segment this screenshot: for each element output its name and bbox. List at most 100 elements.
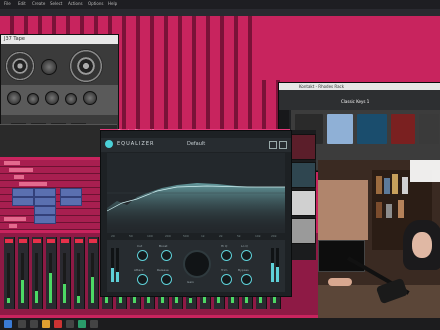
boost-knob[interactable] (161, 250, 172, 261)
taskbar-app-icon[interactable] (66, 320, 74, 328)
audio-clip[interactable] (9, 168, 33, 172)
audio-clip[interactable] (4, 161, 20, 165)
menu-item-help[interactable]: Help (108, 1, 117, 6)
kontakt-instrument-name[interactable]: Classic Keys 1 (341, 99, 369, 104)
arrange-grid-empty[interactable] (260, 16, 440, 80)
mixer-channel-strip[interactable] (46, 237, 57, 309)
attack-knob[interactable] (137, 274, 148, 285)
mixer-channel-strip[interactable] (60, 237, 71, 309)
tape-knob[interactable] (27, 93, 39, 105)
eq-title: EQUALIZER (117, 141, 155, 147)
record-arm-button[interactable] (19, 239, 27, 243)
tape-reel-left-icon (5, 51, 35, 81)
freq-label: 10k (255, 234, 261, 238)
menu-item-file[interactable]: File (4, 1, 11, 6)
hi-q-knob[interactable] (221, 250, 232, 261)
midi-clip[interactable] (12, 197, 34, 206)
kontakt-titlebar[interactable]: Kontakt - Rhodes Rack (279, 83, 440, 90)
gain-label: Gain (187, 280, 194, 284)
midi-clip[interactable] (34, 188, 56, 197)
book-icon (376, 202, 382, 218)
midi-clip[interactable] (34, 215, 56, 224)
midi-clip[interactable] (60, 197, 82, 206)
bypass-knob[interactable] (241, 274, 252, 285)
tape-knob[interactable] (83, 91, 97, 105)
book-icon (392, 174, 398, 194)
tape-knob[interactable] (45, 91, 59, 105)
taskbar-app-icon[interactable] (78, 320, 86, 328)
record-arm-button[interactable] (33, 239, 41, 243)
fullscreen-icon[interactable] (279, 141, 287, 149)
mixer-channel-strip[interactable] (4, 237, 15, 309)
menu-item-select[interactable]: Select (50, 1, 62, 6)
eq-response-graph[interactable] (106, 153, 285, 233)
tape-knob[interactable] (7, 91, 21, 105)
audio-clip[interactable] (19, 182, 47, 186)
lo-q-knob[interactable] (241, 250, 252, 261)
track-lane[interactable] (0, 167, 100, 174)
record-arm-button[interactable] (47, 239, 55, 243)
channel-meter (77, 253, 80, 303)
track-lane[interactable] (0, 223, 100, 230)
streamer-face (412, 232, 432, 258)
freq-label: 500 (183, 234, 189, 238)
rack-module[interactable] (391, 114, 415, 144)
gain-knob[interactable] (183, 250, 211, 278)
rack-module[interactable] (419, 114, 439, 144)
search-icon[interactable] (18, 320, 26, 328)
rack-module[interactable] (327, 114, 353, 144)
taskbar-app-icon[interactable] (54, 320, 62, 328)
audio-clip[interactable] (14, 175, 24, 179)
rack-module[interactable] (357, 114, 387, 144)
record-arm-button[interactable] (75, 239, 83, 243)
channel-meter (91, 253, 94, 303)
capstan-icon (41, 59, 57, 75)
freq-label: 5k (237, 234, 241, 238)
menu-item-options[interactable]: Options (88, 1, 103, 6)
midi-clip[interactable] (12, 188, 34, 197)
track-lane[interactable] (0, 181, 100, 188)
track-lane[interactable] (0, 174, 100, 181)
midi-clip[interactable] (34, 206, 56, 215)
menu-item-create[interactable]: Create (32, 1, 45, 6)
cut-knob[interactable] (137, 250, 148, 261)
book-icon (384, 178, 390, 194)
record-arm-button[interactable] (61, 239, 69, 243)
bypass-label: Bypass (238, 268, 249, 272)
track-lane[interactable] (0, 160, 100, 167)
mixer-channel-strip[interactable] (74, 237, 85, 309)
book-icon (376, 176, 382, 194)
freq-label: 200 (165, 234, 171, 238)
preset-selector[interactable]: Default (187, 141, 205, 147)
release-knob[interactable] (161, 274, 172, 285)
taskbar-app-icon[interactable] (30, 320, 38, 328)
mixer-channel-strip[interactable] (32, 237, 43, 309)
kontakt-window-title: Kontakt - Rhodes Rack (299, 84, 345, 89)
tape-plugin-titlebar[interactable]: J37 Tape (1, 35, 118, 44)
menu-item-actions[interactable]: Actions (68, 1, 83, 6)
mixer-channel-strip[interactable] (88, 237, 99, 309)
midi-clip[interactable] (34, 197, 56, 206)
menu-item-edit[interactable]: Edit (18, 1, 26, 6)
mixer-channel-strip[interactable] (18, 237, 29, 309)
taskbar (0, 318, 440, 330)
output-meter (276, 248, 279, 282)
audio-clip[interactable] (9, 224, 17, 228)
kontakt-header: Classic Keys 1 (279, 90, 440, 110)
record-arm-button[interactable] (89, 239, 97, 243)
book-icon (386, 204, 392, 218)
equalizer-plugin-window: EQUALIZER Default 20 50 100 200 500 1k 2… (100, 130, 292, 297)
midi-clip[interactable] (60, 188, 82, 197)
boost-label: Boost (159, 244, 168, 248)
trim-knob[interactable] (221, 274, 232, 285)
webcam-overlay (318, 160, 440, 318)
start-icon[interactable] (4, 320, 12, 328)
audio-clip[interactable] (4, 217, 26, 221)
eq-header: EQUALIZER Default (101, 138, 291, 152)
taskbar-app-icon[interactable] (90, 320, 98, 328)
taskbar-app-icon[interactable] (42, 320, 50, 328)
settings-icon[interactable] (269, 141, 277, 149)
tape-knob[interactable] (65, 93, 77, 105)
record-arm-button[interactable] (5, 239, 13, 243)
cut-label: Cut (137, 244, 143, 248)
